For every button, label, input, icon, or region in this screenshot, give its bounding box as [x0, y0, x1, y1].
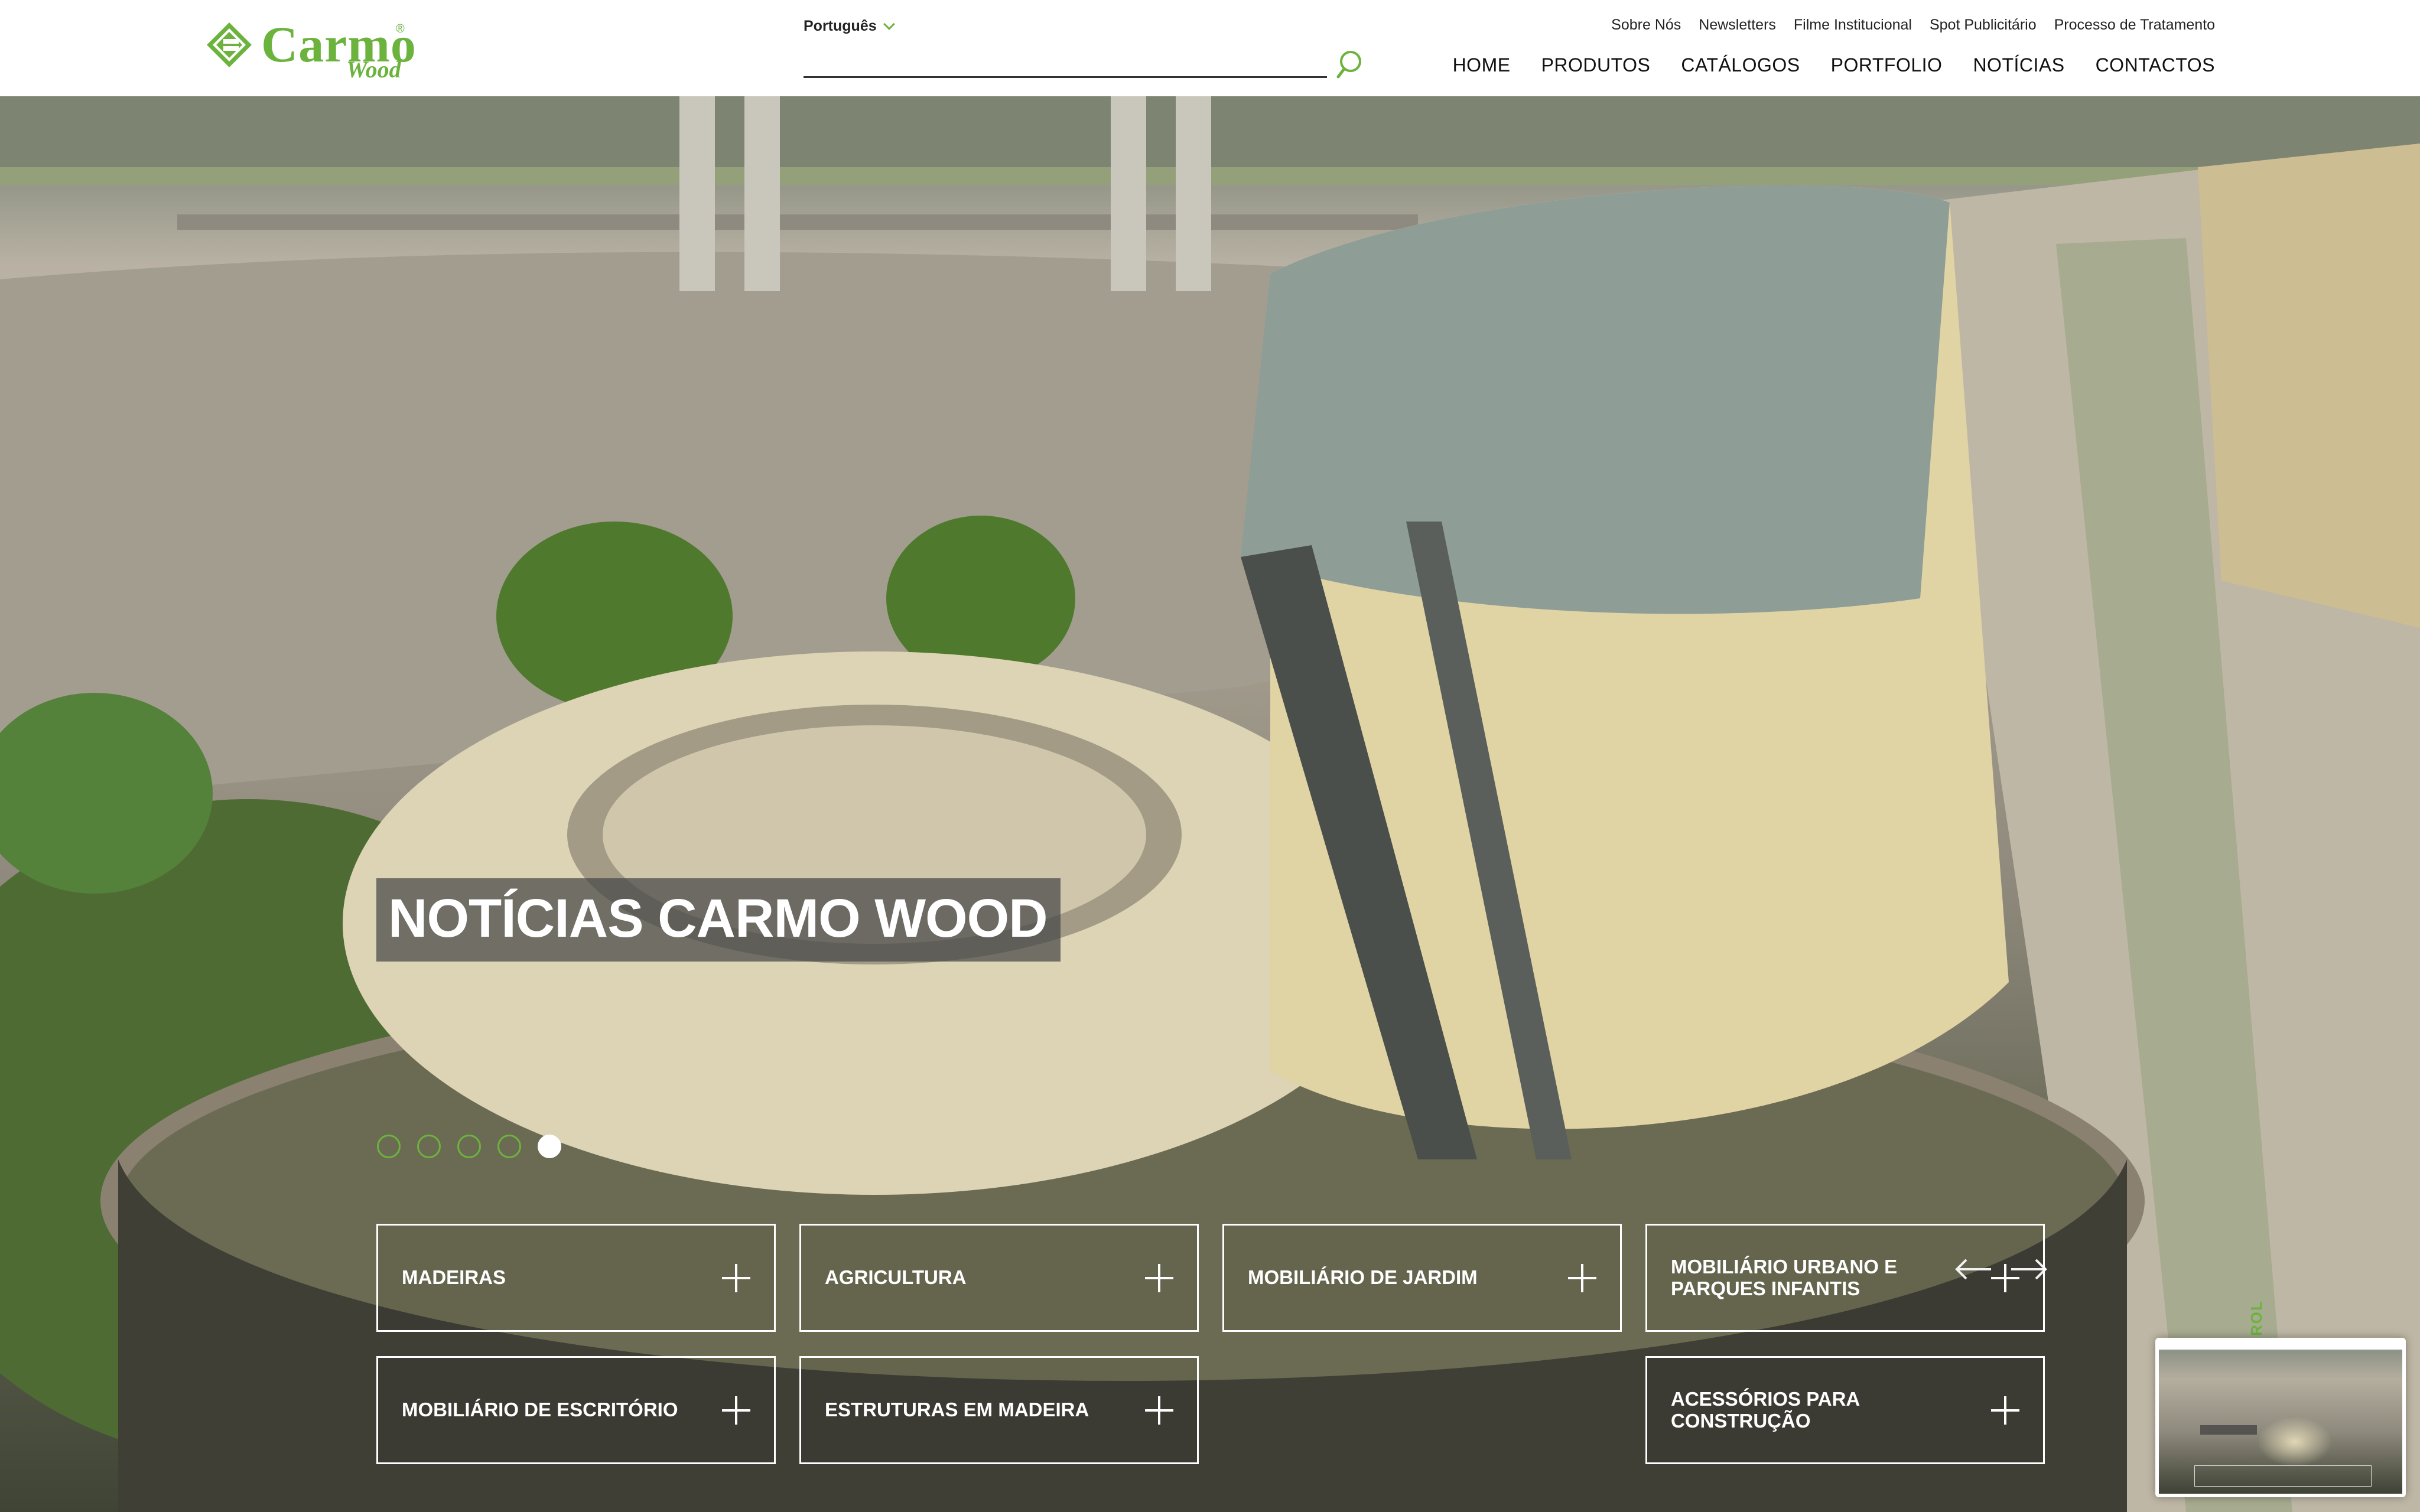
plus-icon [722, 1263, 750, 1292]
slider-dot-3[interactable] [457, 1135, 481, 1158]
slider-dots [377, 1135, 561, 1158]
category-label: ACESSÓRIOS PARA CONSTRUÇÃO [1671, 1388, 1860, 1432]
plus-icon [722, 1396, 750, 1425]
nav-home[interactable]: HOME [1453, 54, 1511, 76]
nav-spot-publicitario[interactable]: Spot Publicitário [1930, 17, 2037, 34]
language-label: Português [804, 18, 877, 34]
hero-title: NOTÍCIAS CARMO WOOD [388, 888, 1048, 949]
logo-subtitle: Wood [346, 56, 401, 83]
plus-icon [1991, 1263, 2019, 1292]
category-label: ESTRUTURAS EM MADEIRA [825, 1399, 1089, 1421]
nav-sobre-nos[interactable]: Sobre Nós [1611, 17, 1681, 34]
preview-title-bar [2200, 1425, 2257, 1435]
category-estruturas-madeira[interactable]: ESTRUTURAS EM MADEIRA [799, 1356, 1199, 1464]
category-agricultura[interactable]: AGRICULTURA [799, 1224, 1199, 1332]
page-preview-thumbnail[interactable] [2155, 1338, 2406, 1497]
slider-dot-2[interactable] [417, 1135, 441, 1158]
hero-slider: NOTÍCIAS CARMO WOOD MADEIRAS AGRICULTURA… [0, 96, 2420, 1512]
scroll-label: ROLL [2247, 1301, 2265, 1336]
scroll-indicator[interactable]: ROLL [2244, 1301, 2268, 1336]
slider-dot-5[interactable] [538, 1135, 561, 1158]
nav-contactos[interactable]: CONTACTOS [2096, 54, 2215, 76]
slider-dot-1[interactable] [377, 1135, 401, 1158]
nav-noticias[interactable]: NOTÍCIAS [1973, 54, 2064, 76]
category-mobiliario-jardim[interactable]: MOBILIÁRIO DE JARDIM [1222, 1224, 1622, 1332]
category-label: MADEIRAS [402, 1266, 506, 1289]
chevron-down-icon [883, 18, 895, 30]
nav-catalogos[interactable]: CATÁLOGOS [1681, 54, 1800, 76]
secondary-nav: Sobre Nós Newsletters Filme Instituciona… [1611, 17, 2215, 34]
category-label: MOBILIÁRIO URBANO E PARQUES INFANTIS [1671, 1256, 1898, 1299]
category-madeiras[interactable]: MADEIRAS [376, 1224, 776, 1332]
category-label: MOBILIÁRIO DE JARDIM [1248, 1266, 1478, 1289]
logo-registered: ® [396, 22, 405, 35]
hero-title-box: NOTÍCIAS CARMO WOOD [376, 878, 1061, 962]
category-label: AGRICULTURA [825, 1266, 967, 1289]
category-label: MOBILIÁRIO DE ESCRITÓRIO [402, 1399, 678, 1421]
main-nav: HOME PRODUTOS CATÁLOGOS PORTFOLIO NOTÍCI… [1453, 54, 2215, 76]
category-acessorios-construcao[interactable]: ACESSÓRIOS PARA CONSTRUÇÃO [1645, 1356, 2045, 1464]
category-mobiliario-urbano[interactable]: MOBILIÁRIO URBANO E PARQUES INFANTIS [1645, 1224, 2045, 1332]
language-selector[interactable]: Português [804, 18, 895, 35]
plus-icon [1145, 1263, 1173, 1292]
nav-processo-tratamento[interactable]: Processo de Tratamento [2054, 17, 2215, 34]
nav-filme-institucional[interactable]: Filme Institucional [1794, 17, 1912, 34]
search-input[interactable] [804, 45, 1327, 78]
carmo-wood-logo[interactable]: Carmo ® Wood [206, 18, 416, 83]
plus-icon [1568, 1263, 1596, 1292]
slider-dot-4[interactable] [497, 1135, 521, 1158]
site-header: Carmo ® Wood Português Sobre Nós Newslet… [0, 0, 2420, 96]
search-icon[interactable] [1336, 48, 1368, 80]
hero-background-image [0, 96, 2420, 1512]
category-mobiliario-escritorio[interactable]: MOBILIÁRIO DE ESCRITÓRIO [376, 1356, 776, 1464]
logo-icon [207, 22, 252, 67]
plus-icon [1145, 1396, 1173, 1425]
preview-category-strip [2194, 1465, 2372, 1487]
nav-newsletters[interactable]: Newsletters [1699, 17, 1776, 34]
nav-portfolio[interactable]: PORTFOLIO [1831, 54, 1943, 76]
nav-produtos[interactable]: PRODUTOS [1541, 54, 1651, 76]
plus-icon [1991, 1396, 2019, 1425]
